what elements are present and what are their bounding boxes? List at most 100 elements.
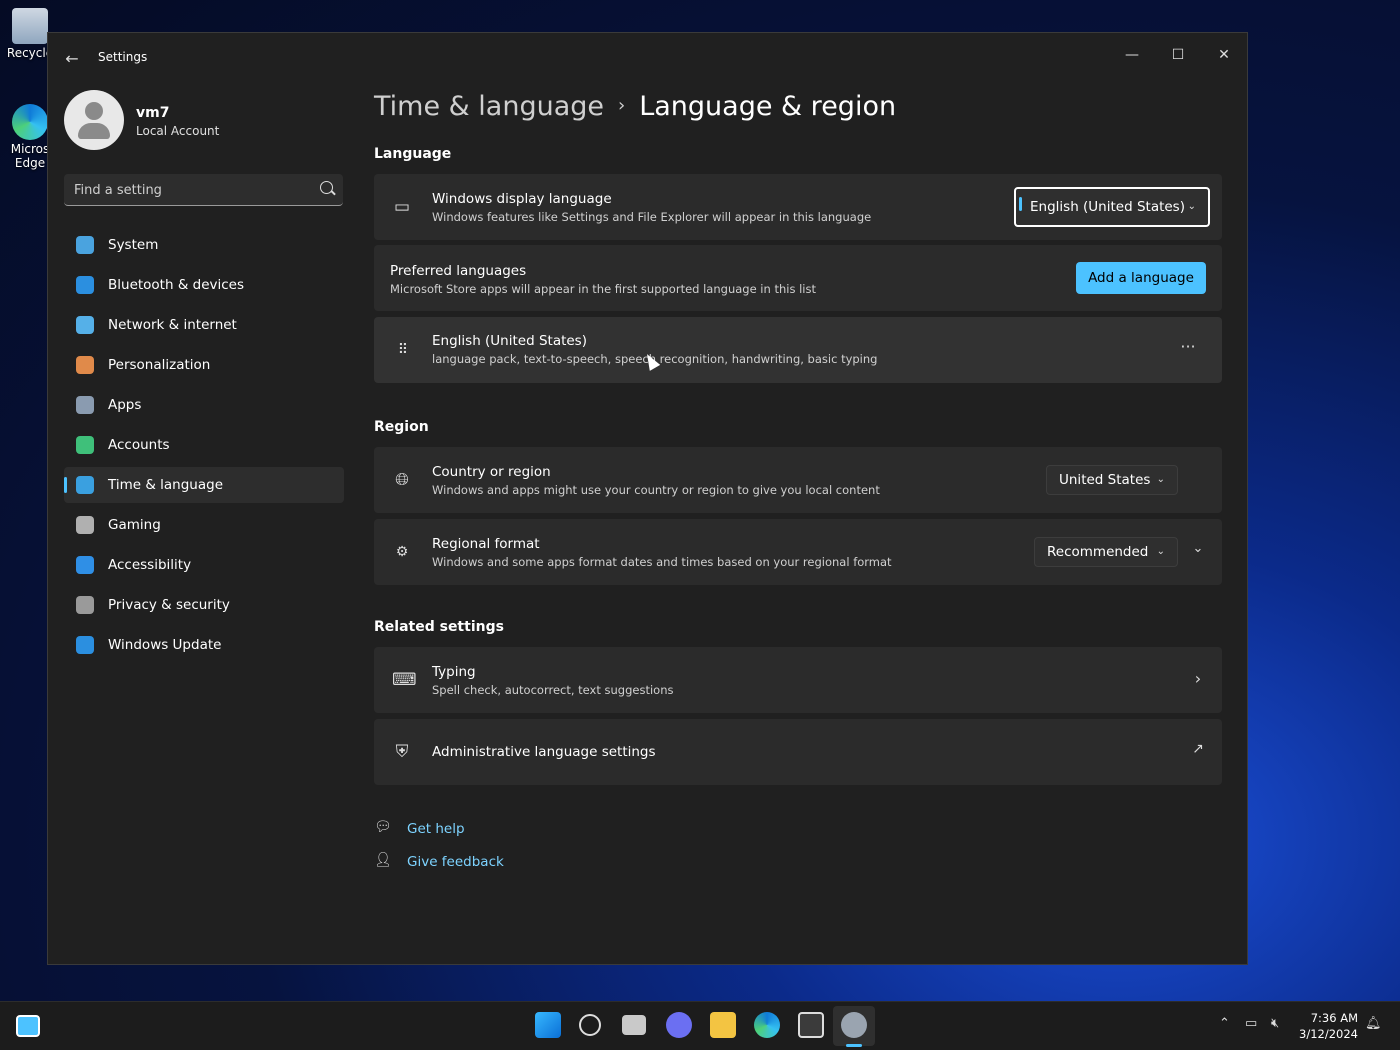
language-entry-english[interactable]: ⠿ English (United States) language pack,… xyxy=(374,317,1222,383)
chevron-right-icon: › xyxy=(1194,669,1202,688)
title-bar[interactable]: ← Settings — ☐ ✕ xyxy=(48,33,1247,83)
regional-format-card[interactable]: ⚙︎ Regional format Windows and some apps… xyxy=(374,519,1222,585)
admin-language-title: Administrative language settings xyxy=(432,744,656,760)
display-language-title: Windows display language xyxy=(432,191,612,207)
edge-icon xyxy=(12,104,48,140)
sidebar-item-label: Gaming xyxy=(108,517,161,533)
external-link-icon: ↗ xyxy=(1192,741,1204,757)
feedback-icon: 👤︎ xyxy=(374,852,392,868)
admin-language-card[interactable]: ⛨ Administrative language settings ↗ xyxy=(374,719,1222,785)
section-related-title: Related settings xyxy=(374,619,504,635)
task-view-icon[interactable] xyxy=(622,1015,646,1035)
search-box[interactable] xyxy=(64,174,343,206)
get-help-label[interactable]: Get help xyxy=(407,821,465,837)
drag-handle-icon[interactable]: ⠿ xyxy=(392,340,412,360)
app-title: Settings xyxy=(98,50,148,64)
sidebar-item-system[interactable]: System xyxy=(64,227,344,263)
sidebar-item-time-language[interactable]: Time & language xyxy=(64,467,344,503)
search-icon[interactable] xyxy=(579,1014,601,1036)
sidebar-item-label: Apps xyxy=(108,397,142,413)
help-chat-icon: 💬︎ xyxy=(374,819,392,835)
chevron-down-icon: ⌄ xyxy=(1156,474,1165,485)
sidebar-item-label: Accounts xyxy=(108,437,170,453)
bluetooth-icon xyxy=(76,276,94,294)
accessibility-icon xyxy=(76,556,94,574)
country-region-value: United States xyxy=(1059,472,1151,488)
sidebar-item-privacy-security[interactable]: Privacy & security xyxy=(64,587,344,623)
display-language-card: ▭ Windows display language Windows featu… xyxy=(374,174,1222,240)
settings-gear-icon[interactable] xyxy=(841,1012,867,1038)
display-language-desc: Windows features like Settings and File … xyxy=(432,210,872,224)
taskbar: ⌃ ▭ 🔇︎ 7:36 AM 3/12/2024 🔔︎ xyxy=(0,1001,1400,1050)
sidebar-item-network-internet[interactable]: Network & internet xyxy=(64,307,344,343)
back-button[interactable]: ← xyxy=(60,47,84,71)
country-region-title: Country or region xyxy=(432,464,551,480)
sidebar-item-personalization[interactable]: Personalization xyxy=(64,347,344,383)
system-icon xyxy=(76,236,94,254)
regional-format-title: Regional format xyxy=(432,536,540,552)
chevron-down-icon: ⌄ xyxy=(1156,546,1165,557)
globe-clock-icon xyxy=(76,476,94,494)
maximize-button[interactable]: ☐ xyxy=(1155,39,1201,71)
widgets-icon[interactable] xyxy=(16,1015,40,1037)
typing-title: Typing xyxy=(432,664,476,680)
sidebar-item-gaming[interactable]: Gaming xyxy=(64,507,344,543)
sidebar-item-label: Time & language xyxy=(108,477,224,493)
edge-icon[interactable] xyxy=(754,1012,780,1038)
country-region-desc: Windows and apps might use your country … xyxy=(432,483,880,497)
minimize-button[interactable]: — xyxy=(1109,39,1155,71)
sidebar-item-apps[interactable]: Apps xyxy=(64,387,344,423)
file-explorer-icon[interactable] xyxy=(710,1012,736,1038)
sidebar-item-label: Bluetooth & devices xyxy=(108,277,245,293)
country-region-dropdown[interactable]: United States ⌄ xyxy=(1046,465,1178,495)
give-feedback-label[interactable]: Give feedback xyxy=(407,854,504,870)
regional-format-value: Recommended xyxy=(1047,544,1149,560)
sidebar-item-accounts[interactable]: Accounts xyxy=(64,427,344,463)
recycle-bin-icon xyxy=(12,8,48,44)
clock-date: 3/12/2024 xyxy=(1299,1027,1358,1041)
display-language-dropdown[interactable]: English (United States) ⌄ xyxy=(1014,187,1210,227)
chat-icon[interactable] xyxy=(666,1012,692,1038)
expand-chevron-icon[interactable]: ⌄ xyxy=(1184,541,1212,565)
add-language-button[interactable]: Add a language xyxy=(1076,262,1206,294)
sidebar-item-accessibility[interactable]: Accessibility xyxy=(64,547,344,583)
search-input[interactable] xyxy=(64,174,316,206)
section-language-title: Language xyxy=(374,146,452,162)
preferred-languages-card: Preferred languages Microsoft Store apps… xyxy=(374,245,1222,311)
gamepad-icon xyxy=(76,516,94,534)
display-language-value: English (United States) xyxy=(1030,199,1185,215)
more-options-icon[interactable]: ··· xyxy=(1174,337,1202,361)
volume-icon[interactable]: 🔇︎ xyxy=(1271,1016,1279,1031)
sidebar-item-windows-update[interactable]: Windows Update xyxy=(64,627,344,663)
clock-time: 7:36 AM xyxy=(1310,1011,1358,1025)
profile-name: vm7 xyxy=(136,105,170,121)
store-icon[interactable] xyxy=(798,1012,824,1038)
chevron-up-icon[interactable]: ⌃ xyxy=(1219,1016,1230,1031)
admin-shield-icon: ⛨ xyxy=(395,742,409,762)
laptop-icon: ▭ xyxy=(393,197,411,217)
regional-format-desc: Windows and some apps format dates and t… xyxy=(432,555,892,569)
clock[interactable]: 7:36 AM 3/12/2024 xyxy=(1299,1010,1358,1042)
sidebar-item-label: System xyxy=(108,237,159,253)
sidebar-item-label: Accessibility xyxy=(108,557,192,573)
give-feedback-link[interactable]: 👤︎ Give feedback xyxy=(374,852,574,874)
profile-account-type: Local Account xyxy=(136,124,220,138)
typing-card[interactable]: ⌨︎ Typing Spell check, autocorrect, text… xyxy=(374,647,1222,713)
get-help-link[interactable]: 💬︎ Get help xyxy=(374,819,574,841)
apps-icon xyxy=(76,396,94,414)
update-icon xyxy=(76,636,94,654)
network-icon[interactable]: ▭ xyxy=(1245,1016,1257,1031)
regional-format-dropdown[interactable]: Recommended ⌄ xyxy=(1034,537,1178,567)
page-title: Language & region xyxy=(639,91,897,122)
sidebar-item-bluetooth-devices[interactable]: Bluetooth & devices xyxy=(64,267,344,303)
sidebar-nav: System Bluetooth & devices Network & inter… xyxy=(64,227,344,667)
search-icon[interactable] xyxy=(320,181,333,194)
close-button[interactable]: ✕ xyxy=(1201,39,1247,71)
breadcrumb-parent[interactable]: Time & language xyxy=(374,91,604,122)
sidebar-item-label: Windows Update xyxy=(108,637,222,653)
language-entry-title: English (United States) xyxy=(432,333,587,349)
notification-icon[interactable]: 🔔︎ xyxy=(1365,1016,1382,1031)
avatar[interactable] xyxy=(64,90,124,150)
start-icon[interactable] xyxy=(535,1012,561,1038)
chevron-down-icon: ⌄ xyxy=(1187,201,1196,212)
